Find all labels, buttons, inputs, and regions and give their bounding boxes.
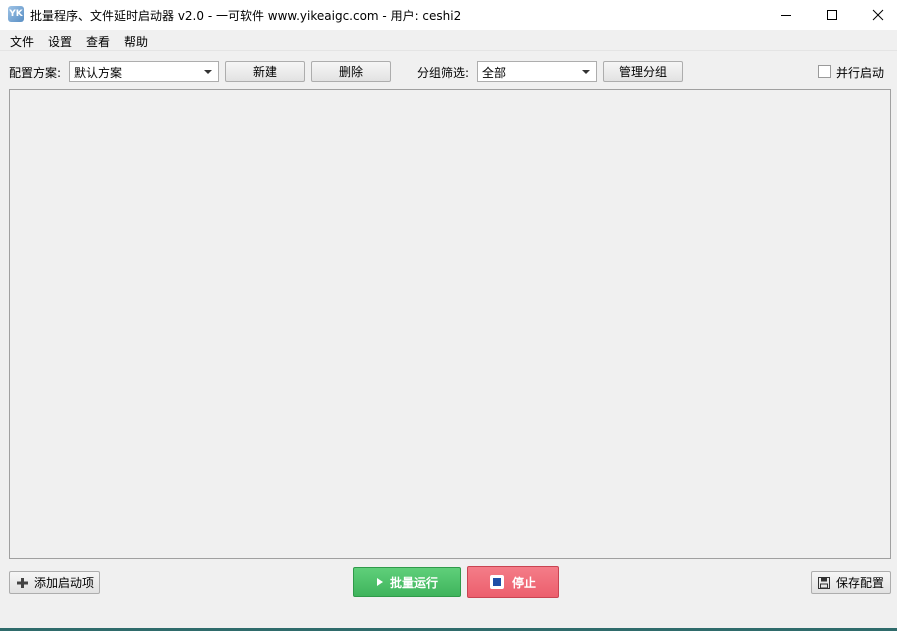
- new-profile-button[interactable]: 新建: [225, 61, 305, 82]
- group-filter-select[interactable]: 全部: [477, 61, 597, 82]
- stop-icon: [489, 575, 504, 589]
- batch-run-button[interactable]: 批量运行: [353, 567, 461, 597]
- chevron-down-icon: [204, 70, 212, 74]
- plus-icon: [17, 577, 28, 588]
- launch-item-list[interactable]: [9, 89, 891, 559]
- minimize-button[interactable]: [763, 0, 809, 30]
- add-item-label: 添加启动项: [34, 576, 95, 590]
- menu-view[interactable]: 查看: [86, 33, 110, 50]
- profile-select-value: 默认方案: [74, 66, 123, 80]
- batch-run-label: 批量运行: [389, 575, 438, 590]
- group-filter-value: 全部: [482, 66, 507, 80]
- group-filter-label: 分组筛选:: [417, 66, 470, 80]
- parallel-checkbox[interactable]: [818, 65, 831, 78]
- menu-bar: 文件 设置 查看 帮助: [0, 30, 897, 51]
- parallel-label: 并行启动: [836, 66, 885, 80]
- maximize-button[interactable]: [809, 0, 855, 30]
- manage-group-button[interactable]: 管理分组: [603, 61, 683, 82]
- close-button[interactable]: [855, 0, 897, 30]
- profile-label: 配置方案:: [9, 66, 62, 80]
- minimize-icon: [781, 15, 791, 16]
- menu-settings[interactable]: 设置: [48, 33, 72, 50]
- play-icon: [376, 578, 383, 586]
- close-icon: [872, 9, 884, 21]
- maximize-icon: [827, 10, 837, 20]
- menu-help[interactable]: 帮助: [124, 33, 148, 50]
- save-icon: [817, 576, 830, 589]
- add-item-button[interactable]: 添加启动项: [9, 571, 100, 594]
- menu-file[interactable]: 文件: [10, 33, 34, 50]
- chevron-down-icon: [582, 70, 590, 74]
- save-config-button[interactable]: 保存配置: [811, 571, 891, 594]
- window-title: 批量程序、文件延时启动器 v2.0 - 一可软件 www.yikeaigc.co…: [30, 9, 462, 23]
- profile-select[interactable]: 默认方案: [69, 61, 219, 82]
- save-config-label: 保存配置: [835, 576, 884, 590]
- title-bar: YK 批量程序、文件延时启动器 v2.0 - 一可软件 www.yikeaigc…: [0, 0, 897, 30]
- stop-label: 停止: [511, 575, 536, 590]
- delete-profile-button[interactable]: 删除: [311, 61, 391, 82]
- stop-button[interactable]: 停止: [467, 566, 559, 598]
- app-icon: YK: [8, 6, 24, 22]
